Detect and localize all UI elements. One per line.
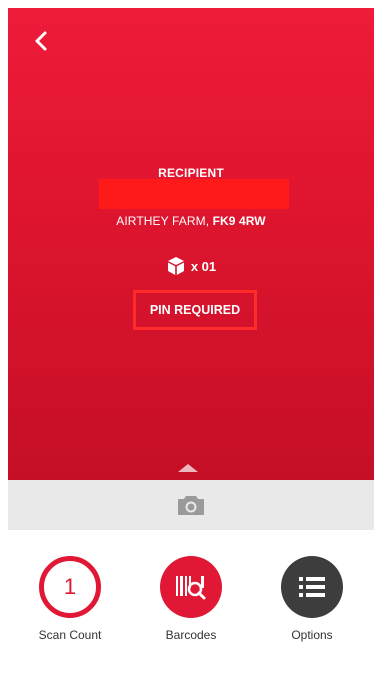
list-icon bbox=[299, 577, 325, 597]
scan-count-value: 1 bbox=[63, 574, 77, 599]
camera-icon[interactable] bbox=[177, 494, 205, 516]
pin-required-badge: PIN REQUIRED bbox=[133, 290, 257, 330]
scan-count-circle[interactable]: 1 bbox=[39, 556, 101, 618]
parcel-count: x 01 bbox=[8, 256, 374, 276]
redacted-recipient-name bbox=[99, 179, 289, 209]
options-button[interactable] bbox=[281, 556, 343, 618]
drawer-handle[interactable] bbox=[178, 464, 198, 472]
parcel-count-text: x 01 bbox=[190, 258, 217, 274]
options-action[interactable]: Options bbox=[267, 556, 357, 642]
delivery-panel: RECIPIENT AIRTHEY FARM, FK9 4RW x 01 PIN… bbox=[8, 8, 374, 480]
address-line: AIRTHEY FARM, bbox=[116, 214, 213, 228]
recipient-label: RECIPIENT bbox=[158, 166, 224, 180]
recipient-address: AIRTHEY FARM, FK9 4RW bbox=[8, 214, 374, 228]
camera-bar[interactable] bbox=[8, 480, 374, 530]
package-icon bbox=[167, 257, 184, 275]
scan-count-action[interactable]: 1 Scan Count bbox=[25, 556, 115, 642]
barcode-search-icon bbox=[176, 576, 206, 600]
chevron-left-icon bbox=[35, 31, 47, 51]
address-postcode: FK9 4RW bbox=[212, 214, 266, 228]
barcodes-button[interactable] bbox=[160, 556, 222, 618]
app-screen: RECIPIENT AIRTHEY FARM, FK9 4RW x 01 PIN… bbox=[8, 8, 374, 672]
barcodes-action[interactable]: Barcodes bbox=[146, 556, 236, 642]
scan-count-label: Scan Count bbox=[38, 628, 102, 642]
barcodes-label: Barcodes bbox=[165, 628, 217, 642]
back-button[interactable] bbox=[26, 26, 56, 56]
pin-required-text: PIN REQUIRED bbox=[149, 303, 241, 317]
options-label: Options bbox=[291, 628, 333, 642]
action-bar: 1 Scan Count Barcodes Options bbox=[8, 530, 374, 672]
